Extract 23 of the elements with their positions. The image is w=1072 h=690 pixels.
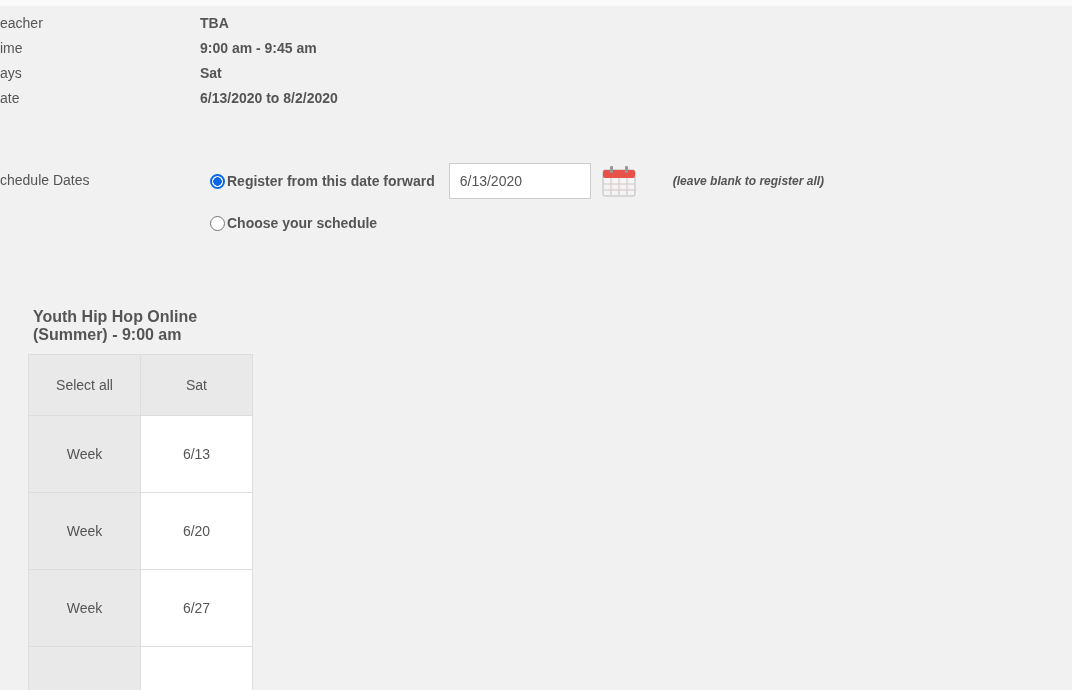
hint-text: (leave blank to register all) — [672, 174, 825, 188]
table-cell: Week — [28, 415, 141, 493]
field-label: eacher — [0, 14, 44, 31]
table-cell: 6/27 — [140, 569, 253, 647]
calendar-icon[interactable] — [601, 165, 636, 197]
column-header: Select all — [28, 354, 141, 416]
date-input[interactable]: 6/13/2020 — [448, 163, 591, 199]
table-cell: Week — [28, 492, 141, 570]
field-label: ays — [0, 64, 23, 81]
field-value: Sat — [200, 64, 222, 81]
field-value: 6/13/2020 to 8/2/2020 — [200, 89, 338, 106]
table-cell: Week — [28, 569, 141, 647]
column-header: Sat — [140, 354, 253, 416]
field-label: chedule Dates — [0, 172, 91, 190]
table-cell: 6/13 — [140, 415, 253, 493]
field-label: ime — [0, 39, 24, 56]
class-title: Youth Hip Hop Online (Summer) - 9:00 am — [33, 308, 199, 344]
field-value: TBA — [200, 14, 229, 31]
radio-option[interactable]: Choose your schedule — [210, 215, 378, 231]
table-cell: 6/20 — [140, 492, 253, 570]
field-value: 9:00 am - 9:45 am — [200, 39, 317, 56]
radio-option[interactable]: Register from this date forward — [210, 173, 435, 189]
field-label: ate — [0, 89, 21, 106]
